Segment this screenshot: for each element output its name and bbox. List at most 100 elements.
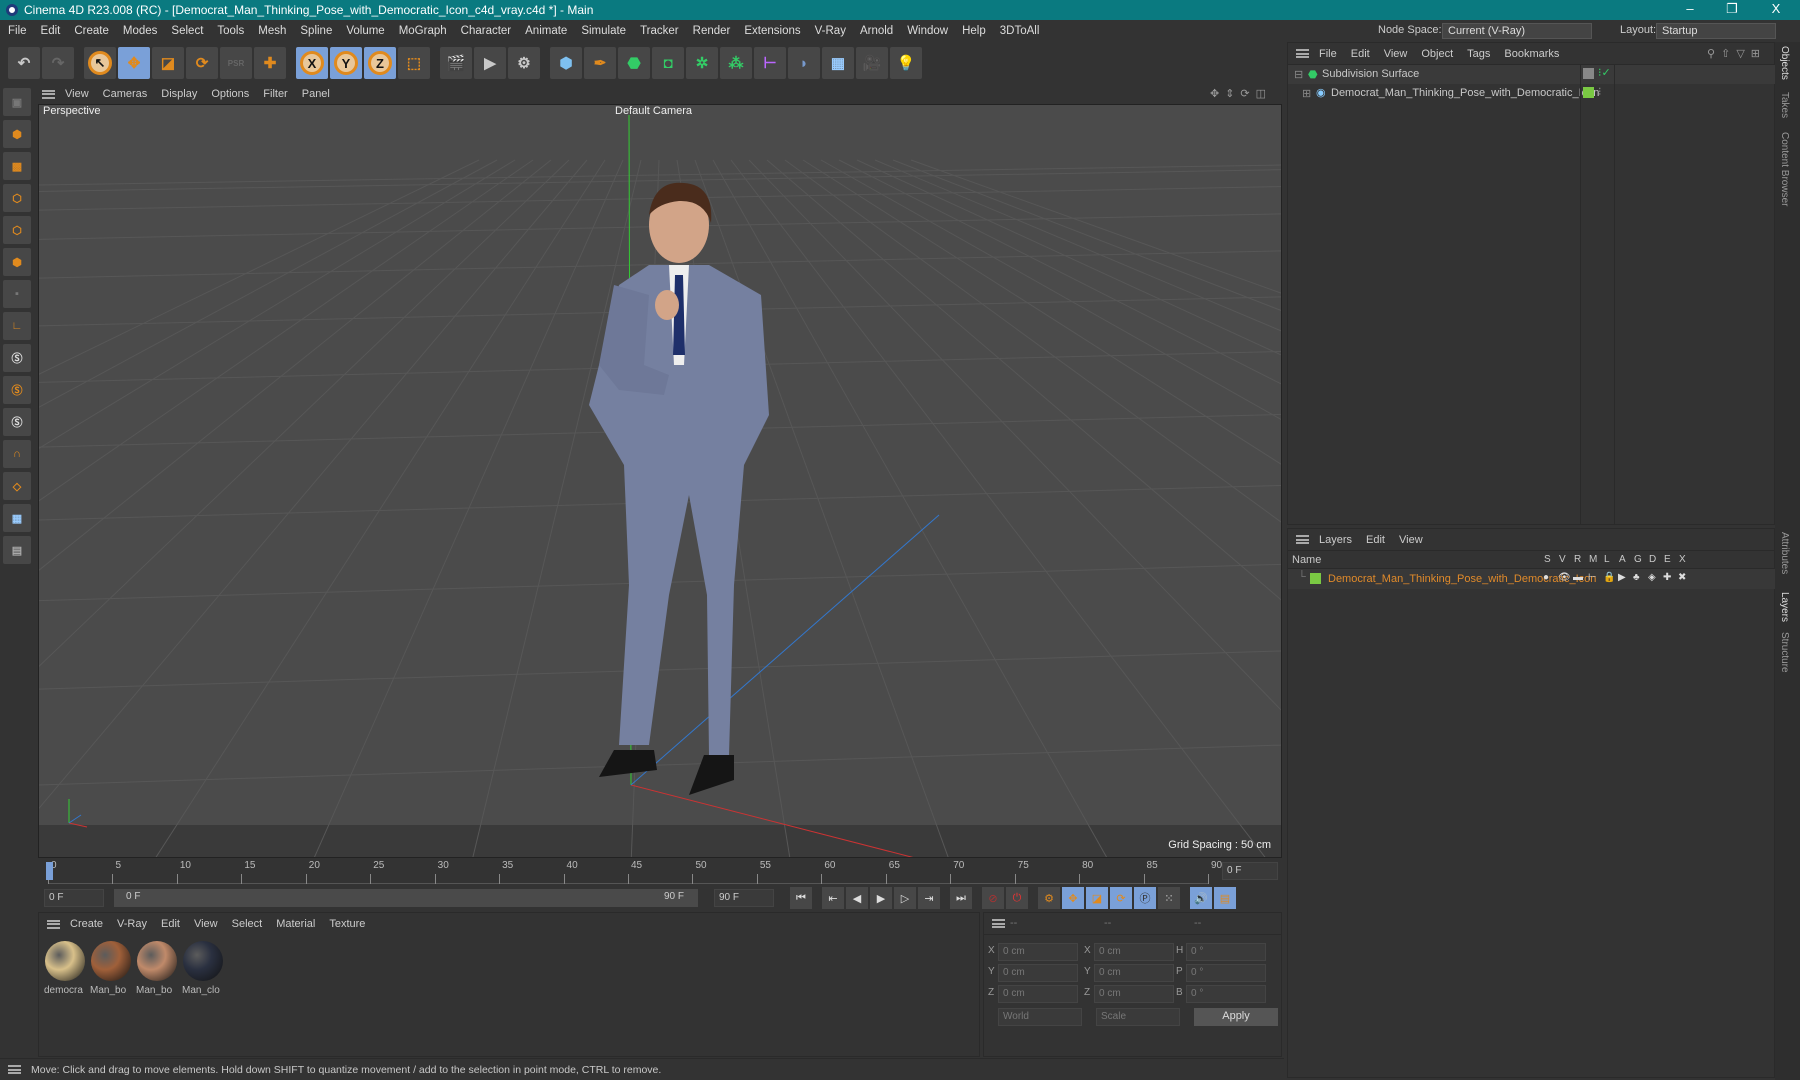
enabled-check-icon[interactable]: ⁝✓ — [1598, 66, 1611, 79]
object-menu-view[interactable]: View — [1384, 48, 1408, 60]
sound-button[interactable]: 🔊 — [1190, 887, 1212, 909]
floor-button[interactable]: ▦ — [822, 47, 854, 79]
menu-icon[interactable] — [1296, 535, 1309, 544]
playhead[interactable] — [46, 862, 53, 880]
start-frame-field[interactable]: 0 F — [44, 889, 104, 907]
magnet-button[interactable]: ∩ — [3, 440, 31, 468]
material-thumbnail[interactable] — [137, 941, 177, 981]
layer-toggle-icon[interactable]: ✚ — [1663, 572, 1671, 583]
layer-column-r[interactable]: R — [1574, 554, 1581, 565]
move-tool-button[interactable]: ✥ — [118, 47, 150, 79]
key-rotation-button[interactable]: ⟳ — [1110, 887, 1132, 909]
coord-field[interactable]: 0 cm — [1094, 985, 1174, 1003]
side-tab-content-browser[interactable]: Content Browser — [1779, 132, 1790, 206]
object-menu-edit[interactable]: Edit — [1351, 48, 1370, 60]
field-button[interactable]: ◗ — [788, 47, 820, 79]
mograph-button[interactable]: ✲ — [686, 47, 718, 79]
layer-toggle-icon[interactable]: 👁 — [1558, 572, 1571, 583]
material-menu-view[interactable]: View — [194, 918, 218, 930]
key-pla-button[interactable]: ⁙ — [1158, 887, 1180, 909]
uv-mode-button[interactable]: ▪ — [3, 280, 31, 308]
layer-toggle-icon[interactable]: ♣ — [1633, 572, 1640, 583]
menu-3dtoall[interactable]: 3DToAll — [1000, 25, 1040, 37]
viewport-menu-options[interactable]: Options — [211, 88, 249, 100]
material-thumbnail[interactable] — [45, 941, 85, 981]
range-slider[interactable]: 0 F 90 F — [114, 889, 698, 907]
go-to-start-button[interactable]: ⏮ — [790, 887, 812, 909]
layer-color-swatch[interactable] — [1310, 573, 1321, 584]
layer-toggle-icon[interactable]: ▶ — [1618, 572, 1626, 583]
object-manager-tools-icons[interactable]: ⚲⇧▽⊞ — [1707, 47, 1766, 60]
layer-column-x[interactable]: X — [1679, 554, 1686, 565]
material-thumbnail[interactable] — [91, 941, 131, 981]
previous-frame-button[interactable]: ◀ — [846, 887, 868, 909]
layer-toggle-icon[interactable]: ● — [1543, 572, 1549, 583]
menu-character[interactable]: Character — [461, 25, 512, 37]
object-menu-object[interactable]: Object — [1421, 48, 1453, 60]
film-button[interactable]: ▤ — [1214, 887, 1236, 909]
redo-button[interactable]: ↷ — [42, 47, 74, 79]
layer-column-m[interactable]: M — [1589, 554, 1597, 565]
axis-mode-button[interactable]: ∟ — [3, 312, 31, 340]
menu-animate[interactable]: Animate — [525, 25, 567, 37]
menu-icon[interactable] — [992, 919, 1005, 928]
render-settings-button[interactable]: ⚙ — [508, 47, 540, 79]
object-row[interactable]: ⊞ ◉ Democrat_Man_Thinking_Pose_with_Demo… — [1288, 84, 1776, 103]
restore-button[interactable]: ❐ — [1712, 0, 1752, 20]
texture-mode-button[interactable]: ▩ — [3, 152, 31, 180]
side-tab-layers[interactable]: Layers — [1779, 592, 1790, 622]
coord-field[interactable]: 0 cm — [998, 964, 1078, 982]
coordinate-system-select[interactable]: World — [998, 1008, 1082, 1026]
psr-button[interactable]: PSR — [220, 47, 252, 79]
material-menu-texture[interactable]: Texture — [329, 918, 365, 930]
coord-field[interactable]: 0 ° — [1186, 985, 1266, 1003]
current-frame-field[interactable]: 0 F — [1222, 862, 1278, 880]
menu-icon[interactable] — [1296, 49, 1309, 58]
z-axis-button[interactable]: Z — [364, 47, 396, 79]
coord-field[interactable]: 0 cm — [1094, 943, 1174, 961]
viewport-nav-icons[interactable]: ✥⇕⟳◫ — [1210, 87, 1272, 100]
side-tab-structure[interactable]: Structure — [1779, 632, 1790, 673]
menu-simulate[interactable]: Simulate — [581, 25, 626, 37]
key-position-button[interactable]: ✥ — [1062, 887, 1084, 909]
viewport-menu-view[interactable]: View — [65, 88, 89, 100]
menu-icon[interactable] — [8, 1065, 21, 1074]
material-menu-v-ray[interactable]: V-Ray — [117, 918, 147, 930]
polygons-mode-button[interactable]: ⬢ — [3, 248, 31, 276]
model-mode-button[interactable]: ⬢ — [3, 120, 31, 148]
menu-icon[interactable] — [47, 919, 60, 929]
layer-toggle-icon[interactable]: ▬ — [1573, 572, 1583, 583]
coord-field[interactable]: 0 cm — [1094, 964, 1174, 982]
layer-toggle-icon[interactable]: ◈ — [1648, 572, 1656, 583]
viewport-menu-filter[interactable]: Filter — [263, 88, 287, 100]
layer-toggle-icon[interactable]: ⊢ — [1588, 572, 1597, 583]
menu-mesh[interactable]: Mesh — [258, 25, 286, 37]
layer-row[interactable]: └ Democrat_Man_Thinking_Pose_with_Democr… — [1288, 569, 1776, 589]
undo-button[interactable]: ↶ — [8, 47, 40, 79]
locked-workplane-button[interactable]: ▤ — [3, 536, 31, 564]
menu-arnold[interactable]: Arnold — [860, 25, 893, 37]
3d-viewport[interactable]: Perspective Default Camera Grid Spacing … — [38, 104, 1282, 858]
layer-column-a[interactable]: A — [1619, 554, 1626, 565]
node-space-select[interactable]: Current (V-Ray) — [1442, 23, 1592, 39]
points-mode-button[interactable]: ⬡ — [3, 184, 31, 212]
scale-tool-button[interactable]: ◪ — [152, 47, 184, 79]
keyframe-selection-button[interactable]: ⚙ — [1038, 887, 1060, 909]
object-menu-bookmarks[interactable]: Bookmarks — [1504, 48, 1559, 60]
y-axis-button[interactable]: Y — [330, 47, 362, 79]
material-menu-select[interactable]: Select — [232, 918, 263, 930]
menu-tracker[interactable]: Tracker — [640, 25, 679, 37]
grid-button[interactable]: ▦ — [3, 504, 31, 532]
side-tab-attributes[interactable]: Attributes — [1779, 532, 1790, 574]
side-tab-objects[interactable]: Objects — [1779, 46, 1790, 80]
make-editable-button[interactable]: ▣ — [3, 88, 31, 116]
cloner-button[interactable]: ⁂ — [720, 47, 752, 79]
menu-tools[interactable]: Tools — [217, 25, 244, 37]
minimize-button[interactable]: – — [1670, 0, 1710, 20]
edges-mode-button[interactable]: ⬡ — [3, 216, 31, 244]
layer-toggle-icon[interactable]: 🔒 — [1603, 572, 1615, 583]
pen-button[interactable]: ✒ — [584, 47, 616, 79]
x-axis-button[interactable]: X — [296, 47, 328, 79]
coord-field[interactable]: 0 ° — [1186, 964, 1266, 982]
coord-field[interactable]: 0 cm — [998, 985, 1078, 1003]
